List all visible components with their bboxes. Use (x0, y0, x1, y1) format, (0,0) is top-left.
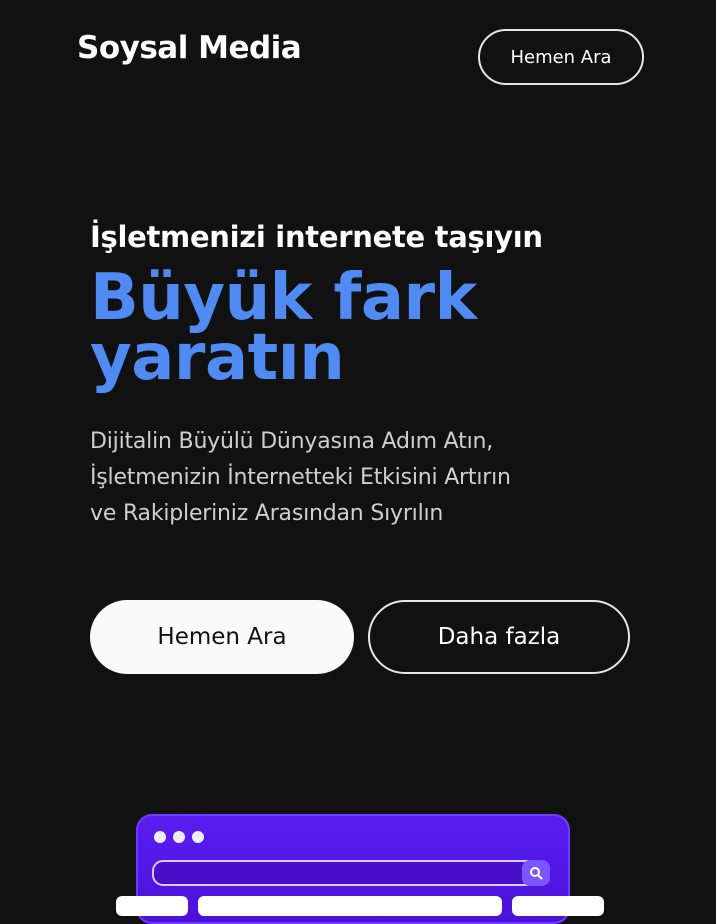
call-now-button[interactable]: Hemen Ara (90, 600, 354, 674)
hero-description-line2: İşletmenizin İnternetteki Etkisini Artır… (90, 465, 511, 490)
hero-actions: Hemen Ara Daha fazla (90, 600, 630, 674)
window-dot (154, 831, 166, 843)
hero-description-line1: Dijitalin Büyülü Dünyasına Adım Atın, (90, 429, 494, 454)
window-dot (173, 831, 185, 843)
illustration-card (512, 896, 604, 916)
illustration-card (116, 896, 188, 916)
header-call-button[interactable]: Hemen Ara (478, 29, 644, 85)
hero-kicker: İşletmenizi internete taşıyın (90, 220, 543, 254)
learn-more-button[interactable]: Daha fazla (368, 600, 630, 674)
illustration-cards (116, 896, 606, 916)
brand-logo[interactable]: Soysal Media (77, 30, 302, 66)
window-dots-icon (154, 831, 211, 843)
hero-description-line3: ve Rakipleriniz Arasından Sıyrılın (90, 501, 444, 526)
hero-headline: Büyük fark yaratın (90, 266, 650, 390)
hero-description: Dijitalin Büyülü Dünyasına Adım Atın, İş… (90, 424, 630, 532)
hero-headline-line2: yaratın (90, 321, 345, 395)
illustration-card (198, 896, 502, 916)
hero-section: İşletmenizi internete taşıyın Büyük fark… (90, 220, 650, 532)
search-icon (522, 860, 550, 886)
window-dot (192, 831, 204, 843)
illustration-url-bar (152, 860, 540, 886)
site-header: Soysal Media Hemen Ara (0, 0, 716, 110)
